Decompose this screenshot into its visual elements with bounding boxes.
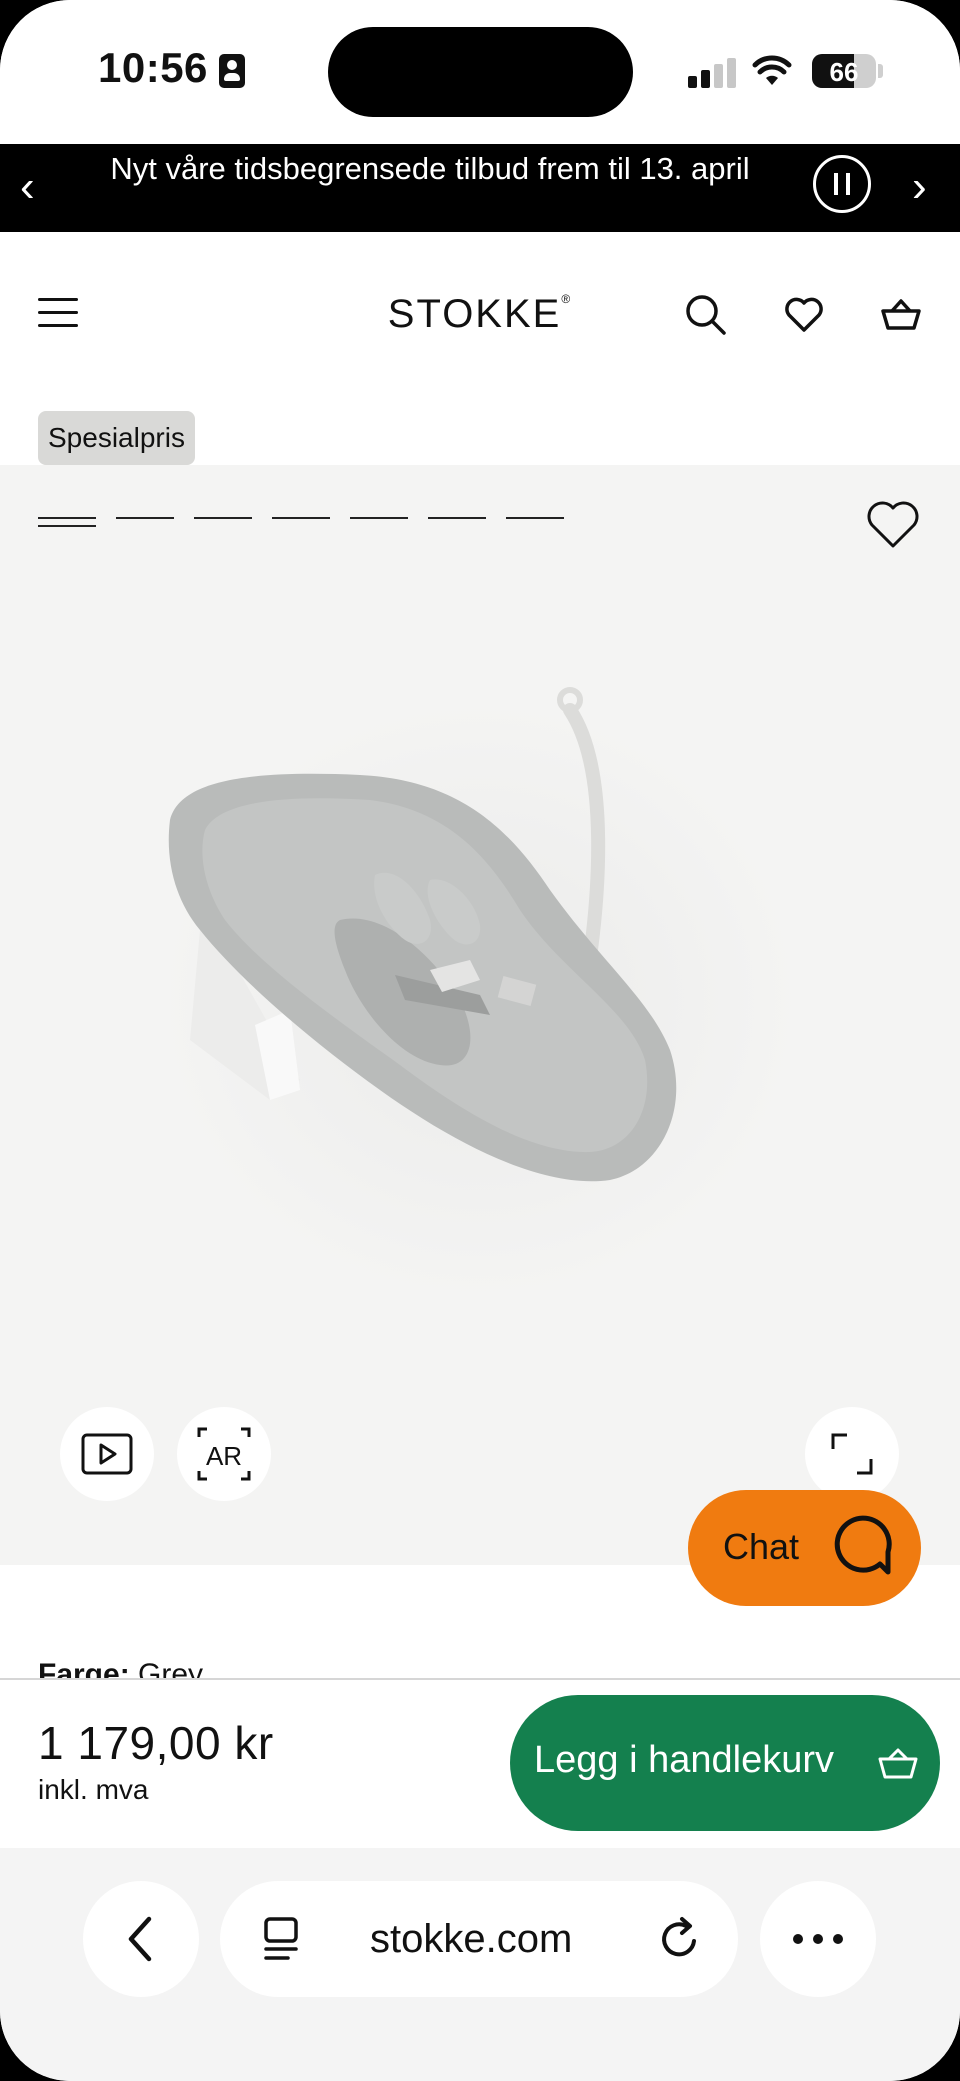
chevron-left-icon: [128, 1916, 152, 1962]
battery-tip: [878, 64, 883, 78]
battery-level: 66: [829, 57, 859, 87]
contact-card-icon: [219, 54, 245, 88]
more-dots-icon: [793, 1934, 843, 1944]
product-price: 1 179,00 kr: [38, 1717, 274, 1769]
menu-icon[interactable]: [38, 298, 78, 328]
url-text: stokke.com: [370, 1917, 573, 1961]
special-price-badge: Spesialpris: [38, 411, 195, 465]
chat-label: Chat: [723, 1526, 800, 1567]
product-image: [160, 687, 800, 1300]
sticky-purchase-bar: 1 179,00 kr inkl. mva Legg i handlekurv: [0, 1678, 960, 1848]
gallery-dot[interactable]: [194, 517, 252, 519]
browser-back-button[interactable]: [83, 1881, 199, 1997]
chat-bubble-icon: [834, 1515, 892, 1575]
promo-text[interactable]: Nyt våre tidsbegrensede tilbud frem til …: [100, 150, 760, 188]
logo-text: STOKKE: [387, 292, 562, 336]
gallery-dot[interactable]: [116, 517, 174, 519]
status-bar: 10:56 66: [0, 0, 960, 144]
add-to-cart-button[interactable]: Legg i handlekurv: [510, 1695, 940, 1831]
gallery-dot[interactable]: [38, 517, 96, 527]
browser-toolbar: stokke.com: [0, 1848, 960, 2081]
chat-button[interactable]: Chat: [688, 1490, 921, 1606]
basket-icon: [878, 1748, 918, 1779]
heart-icon[interactable]: [781, 292, 827, 338]
search-icon[interactable]: [683, 292, 729, 338]
basket-icon[interactable]: [878, 292, 924, 338]
video-button[interactable]: [60, 1407, 154, 1501]
status-time: 10:56: [98, 44, 208, 91]
ar-view-button[interactable]: AR: [177, 1407, 271, 1501]
play-video-icon: [81, 1433, 133, 1475]
fullscreen-button[interactable]: [805, 1407, 899, 1501]
dynamic-island: [328, 27, 633, 117]
gallery-dot[interactable]: [428, 517, 486, 519]
ar-label: AR: [205, 1441, 243, 1471]
phone-screen: 10:56 66 ‹ Nyt våre tidsbegrensede tilbu…: [0, 0, 960, 2081]
wifi-icon: [752, 55, 792, 85]
gallery-dot[interactable]: [272, 517, 330, 519]
battery-icon: 66: [812, 54, 876, 88]
stokke-logo[interactable]: STOKKE®: [380, 292, 580, 337]
registered-mark: ®: [561, 292, 573, 306]
promo-pause-button[interactable]: [813, 155, 871, 213]
product-gallery[interactable]: AR: [0, 465, 960, 1565]
promo-next-button[interactable]: ›: [912, 162, 927, 212]
favorite-heart-icon[interactable]: [866, 500, 920, 550]
address-bar[interactable]: stokke.com: [220, 1881, 738, 1997]
site-header: STOKKE®: [0, 232, 960, 392]
vat-note: inkl. mva: [38, 1774, 149, 1805]
gallery-dot[interactable]: [350, 517, 408, 519]
reload-icon[interactable]: [656, 1915, 704, 1963]
browser-more-button[interactable]: [760, 1881, 876, 1997]
gallery-dot[interactable]: [506, 517, 564, 519]
cellular-signal-icon: [688, 58, 736, 88]
promo-prev-button[interactable]: ‹: [20, 162, 35, 212]
expand-icon: [831, 1433, 873, 1475]
page-menu-icon[interactable]: [260, 1915, 304, 1963]
add-to-cart-label: Legg i handlekurv: [534, 1739, 834, 1781]
